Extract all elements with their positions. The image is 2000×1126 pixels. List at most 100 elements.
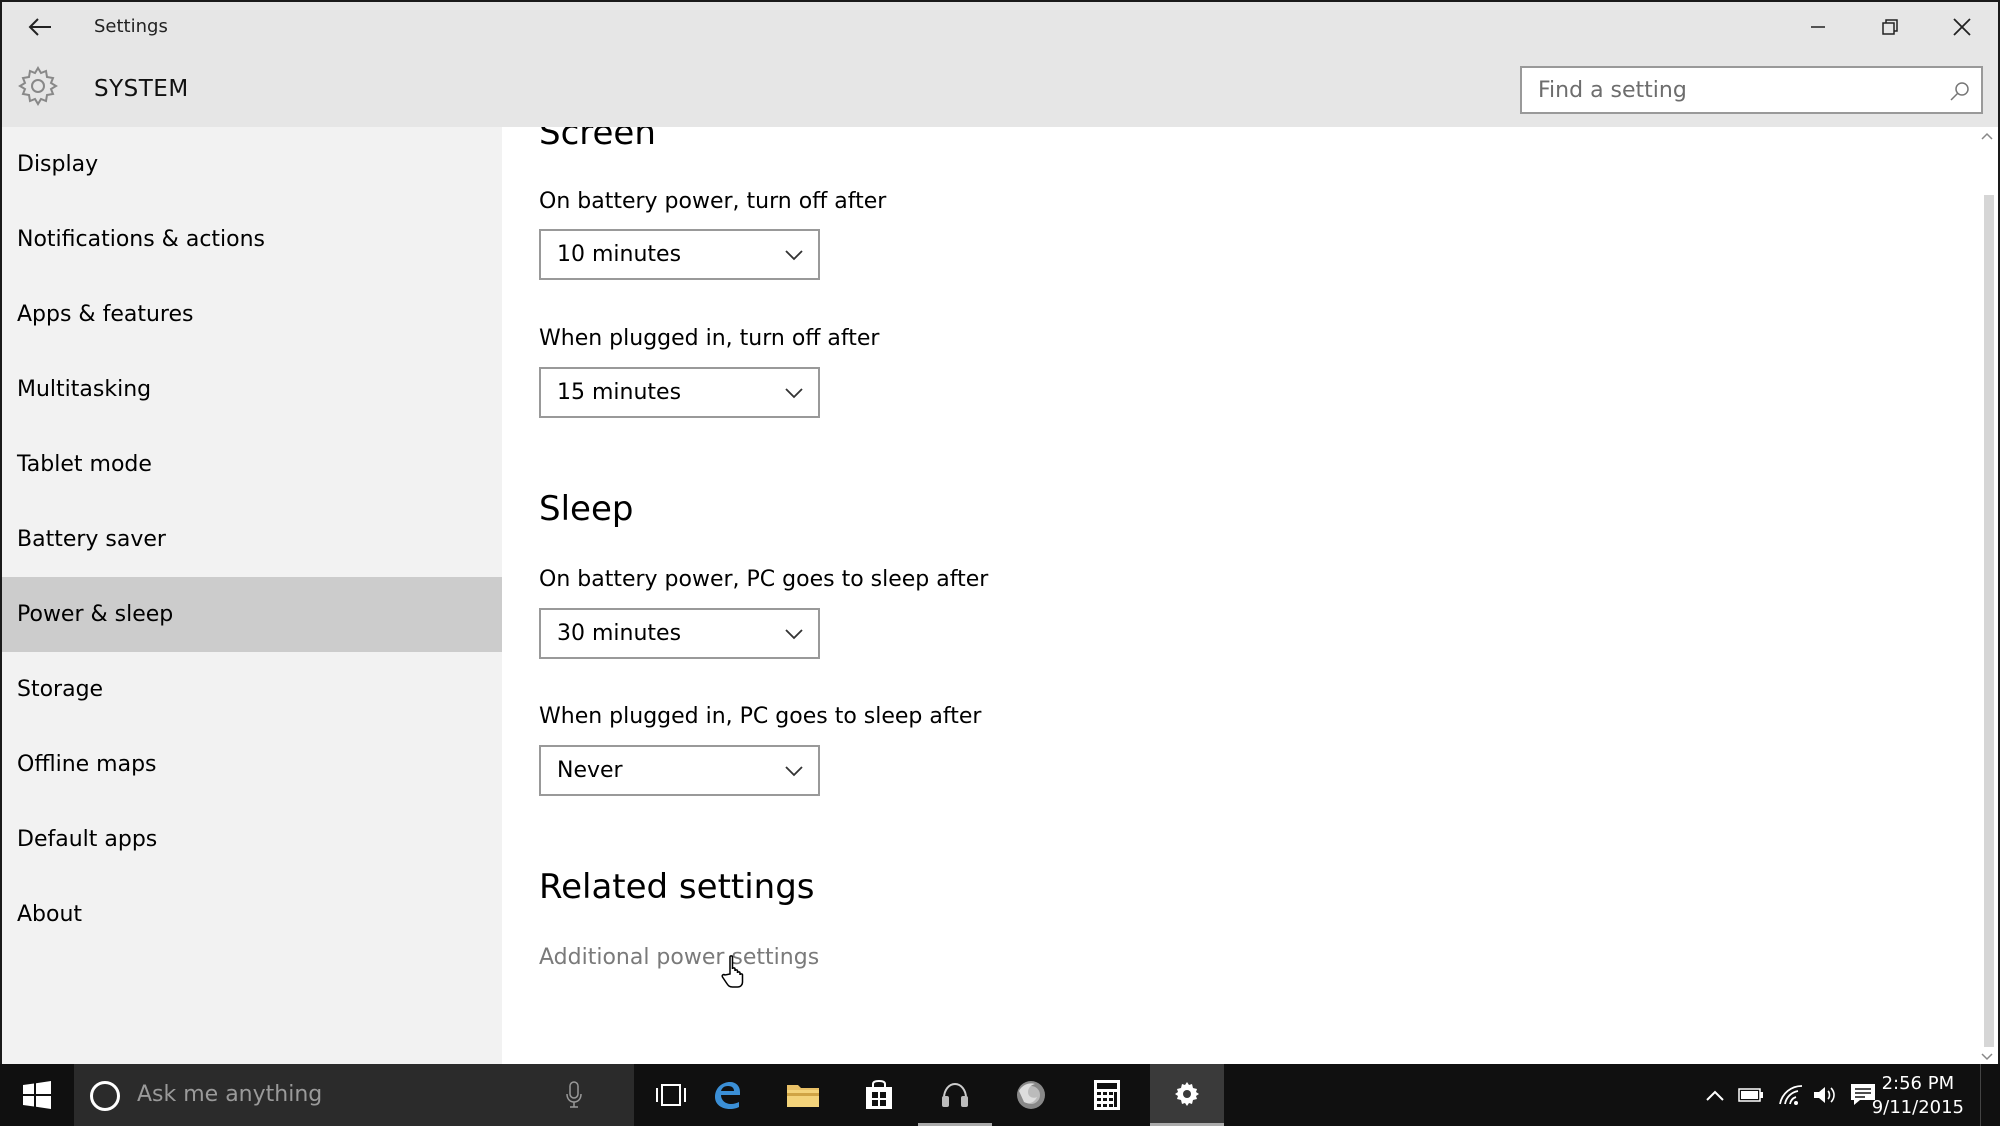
cortana-placeholder: Ask me anything (137, 1082, 323, 1107)
headphones-icon (942, 1082, 968, 1107)
calculator-icon (1094, 1080, 1120, 1110)
scroll-down-button[interactable] (1978, 1048, 1996, 1064)
sidebar-item-label: Notifications & actions (17, 227, 266, 252)
store-icon (866, 1079, 892, 1109)
sleep-section-title: Sleep (539, 489, 634, 529)
clock-time: 2:56 PM (1881, 1073, 1955, 1094)
network-tray-button[interactable] (1776, 1080, 1806, 1110)
folder-icon (787, 1085, 819, 1107)
sleep-battery-label: On battery power, PC goes to sleep after (539, 567, 989, 592)
battery-icon (1738, 1088, 1763, 1102)
close-icon (1953, 18, 1971, 36)
chevron-down-icon (785, 388, 803, 399)
volume-tray-button[interactable] (1810, 1080, 1840, 1110)
settings-header: SYSTEM (2, 52, 1998, 127)
additional-power-settings-link[interactable]: Additional power settings (539, 945, 819, 970)
dropdown-value: 10 minutes (557, 242, 682, 267)
calculator-button[interactable] (1070, 1064, 1144, 1126)
sleep-plugged-dropdown[interactable]: Never (539, 745, 820, 796)
screen-battery-dropdown[interactable]: 10 minutes (539, 229, 820, 280)
windows-logo-icon (23, 1081, 51, 1109)
edge-icon (715, 1082, 740, 1109)
related-settings-title: Related settings (539, 867, 815, 907)
search-input[interactable] (1538, 77, 1938, 103)
sidebar-item-multitasking[interactable]: Multitasking (2, 352, 502, 427)
settings-window: Settings SYSTEM Display Notifications & … (0, 0, 2000, 1064)
speaker-icon (1814, 1087, 1835, 1103)
sidebar-item-tablet-mode[interactable]: Tablet mode (2, 427, 502, 502)
dropdown-value: 15 minutes (557, 380, 682, 405)
settings-taskbar-button[interactable] (1150, 1064, 1224, 1126)
sidebar-item-display[interactable]: Display (2, 127, 502, 202)
sidebar-item-label: Default apps (17, 827, 158, 852)
cortana-icon (90, 1081, 120, 1111)
page-title: SYSTEM (94, 76, 189, 102)
search-icon[interactable] (1949, 80, 1971, 102)
sidebar-item-power-sleep[interactable]: Power & sleep (2, 577, 502, 652)
minimize-button[interactable] (1782, 2, 1854, 52)
chevron-up-icon (1706, 1090, 1724, 1101)
scrollbar[interactable] (1978, 127, 1998, 1064)
minimize-icon (1811, 26, 1825, 28)
sleep-plugged-label: When plugged in, PC goes to sleep after (539, 704, 982, 729)
sidebar-item-label: Tablet mode (17, 452, 152, 477)
restore-button[interactable] (1854, 2, 1926, 52)
screen-battery-label: On battery power, turn off after (539, 189, 887, 214)
sidebar-item-label: About (17, 902, 83, 927)
content-pane: Screen On battery power, turn off after … (502, 127, 1980, 1064)
chevron-down-icon (785, 629, 803, 640)
wifi-icon (1779, 1085, 1803, 1105)
screen-plugged-dropdown[interactable]: 15 minutes (539, 367, 820, 418)
sidebar: Display Notifications & actions Apps & f… (2, 127, 502, 1064)
edge-browser-button[interactable] (690, 1064, 764, 1126)
gear-icon (18, 66, 58, 106)
dropdown-value: 30 minutes (557, 621, 682, 646)
taskbar: Ask me anything 2:56 PM 9/11/2015 (0, 1064, 2000, 1126)
sidebar-item-label: Multitasking (17, 377, 152, 402)
clock-date: 9/11/2015 (1871, 1097, 1964, 1118)
sidebar-item-label: Display (17, 152, 99, 177)
screen-section-title: Screen (539, 127, 656, 153)
sidebar-item-about[interactable]: About (2, 877, 502, 952)
sidebar-item-notifications[interactable]: Notifications & actions (2, 202, 502, 277)
sidebar-item-label: Power & sleep (17, 602, 174, 627)
sidebar-item-label: Battery saver (17, 527, 166, 552)
sidebar-item-label: Apps & features (17, 302, 194, 327)
screen-plugged-label: When plugged in, turn off after (539, 326, 880, 351)
sidebar-item-offline-maps[interactable]: Offline maps (2, 727, 502, 802)
sidebar-item-battery-saver[interactable]: Battery saver (2, 502, 502, 577)
sleep-battery-dropdown[interactable]: 30 minutes (539, 608, 820, 659)
file-explorer-button[interactable] (766, 1064, 840, 1126)
media-app-button[interactable] (918, 1064, 992, 1126)
microphone-icon[interactable] (566, 1081, 582, 1109)
scroll-thumb[interactable] (1984, 195, 1994, 1047)
window-title: Settings (94, 16, 168, 37)
show-desktop-button[interactable] (1980, 1064, 2000, 1126)
store-button[interactable] (842, 1064, 916, 1126)
hand-cursor-icon (721, 955, 744, 988)
task-view-icon (656, 1084, 686, 1106)
back-button[interactable] (20, 10, 60, 44)
sidebar-item-label: Offline maps (17, 752, 157, 777)
show-hidden-icons-button[interactable] (1700, 1080, 1730, 1110)
sidebar-item-default-apps[interactable]: Default apps (2, 802, 502, 877)
start-button[interactable] (0, 1064, 74, 1126)
dropdown-value: Never (557, 758, 623, 783)
sidebar-item-label: Storage (17, 677, 104, 702)
close-button[interactable] (1926, 2, 1998, 52)
firefox-button[interactable] (994, 1064, 1068, 1126)
chevron-down-icon (785, 766, 803, 777)
gear-icon (1175, 1081, 1199, 1106)
taskbar-clock[interactable]: 2:56 PM 9/11/2015 (1872, 1072, 1964, 1120)
back-arrow-icon (28, 18, 51, 36)
firefox-icon (1017, 1081, 1045, 1109)
battery-tray-button[interactable] (1736, 1080, 1766, 1110)
chevron-down-icon (785, 250, 803, 261)
sidebar-item-storage[interactable]: Storage (2, 652, 502, 727)
cortana-search[interactable]: Ask me anything (74, 1064, 634, 1126)
chevron-up-icon (1981, 132, 1993, 140)
sidebar-item-apps-features[interactable]: Apps & features (2, 277, 502, 352)
chevron-down-icon (1981, 1053, 1993, 1061)
scroll-up-button[interactable] (1978, 127, 1996, 145)
search-box[interactable] (1520, 66, 1983, 114)
